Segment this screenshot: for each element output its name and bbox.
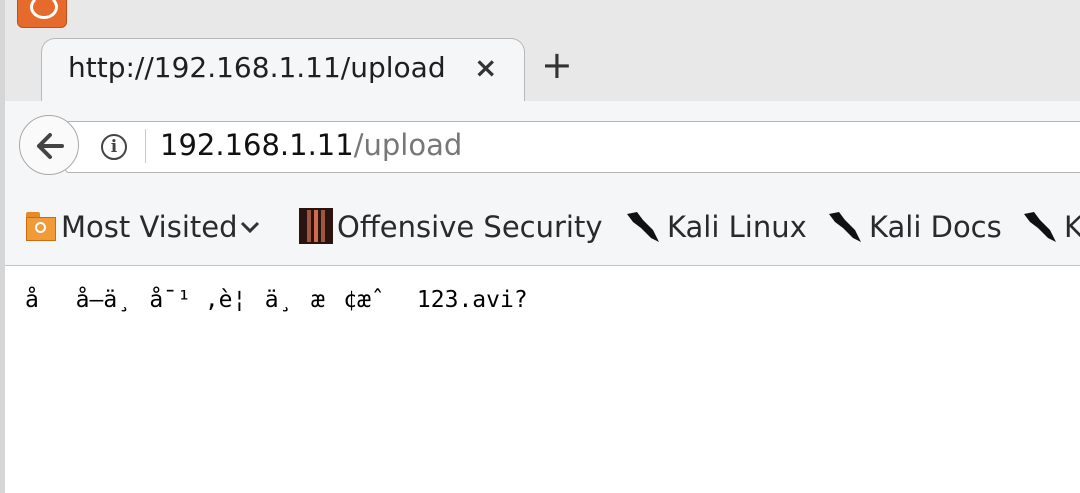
firefox-app-icon[interactable] <box>17 0 67 28</box>
kali-dragon-icon <box>627 212 659 242</box>
kali-dragon-icon <box>829 212 861 242</box>
bookmark-label: Offensive Security <box>337 210 603 244</box>
chevron-down-icon <box>240 221 259 234</box>
tab-active[interactable]: http://192.168.1.11/upload × <box>41 38 525 103</box>
url-divider <box>145 129 146 163</box>
bookmark-kali-more[interactable]: K <box>1020 209 1080 245</box>
url-path: /upload <box>353 128 463 162</box>
bookmarks-toolbar: Most Visited Offensive Security Kali Lin… <box>5 191 1080 266</box>
bookmark-offensive-security[interactable]: Offensive Security <box>299 208 603 245</box>
bookmark-most-visited[interactable]: Most Visited <box>25 209 260 245</box>
page-content: å å–ä¸å¯¹ ,è¦ä¸æ¢æˆ 123.avi? <box>5 266 1080 493</box>
folder-icon <box>25 210 57 242</box>
url-text[interactable]: 192.168.1.11/upload <box>160 128 462 162</box>
bookmark-label: Kali Docs <box>869 210 1002 244</box>
tab-title: http://192.168.1.11/upload <box>68 51 446 84</box>
navigation-toolbar: i 192.168.1.11/upload <box>5 101 1080 191</box>
browser-window: http://192.168.1.11/upload × + i 192.168… <box>0 0 1080 493</box>
tab-close-icon[interactable]: × <box>474 51 497 84</box>
page-body-text: å å–ä¸å¯¹ ,è¦ä¸æ¢æˆ 123.avi? <box>25 287 528 313</box>
back-button[interactable] <box>19 115 79 175</box>
url-host: 192.168.1.11 <box>160 128 354 162</box>
tab-strip: http://192.168.1.11/upload × + <box>5 0 1080 103</box>
bookmark-label: Kali Linux <box>667 210 807 244</box>
bookmark-label: Most Visited <box>61 210 238 244</box>
new-tab-button[interactable]: + <box>541 46 573 84</box>
back-arrow-icon <box>37 133 64 159</box>
site-info-icon[interactable]: i <box>101 134 127 160</box>
kali-dragon-icon <box>1024 212 1056 242</box>
bookmark-label: K <box>1064 210 1080 244</box>
bookmark-kali-docs[interactable]: Kali Docs <box>825 209 1002 245</box>
offsec-icon <box>299 208 333 244</box>
bookmark-kali-linux[interactable]: Kali Linux <box>623 209 807 245</box>
